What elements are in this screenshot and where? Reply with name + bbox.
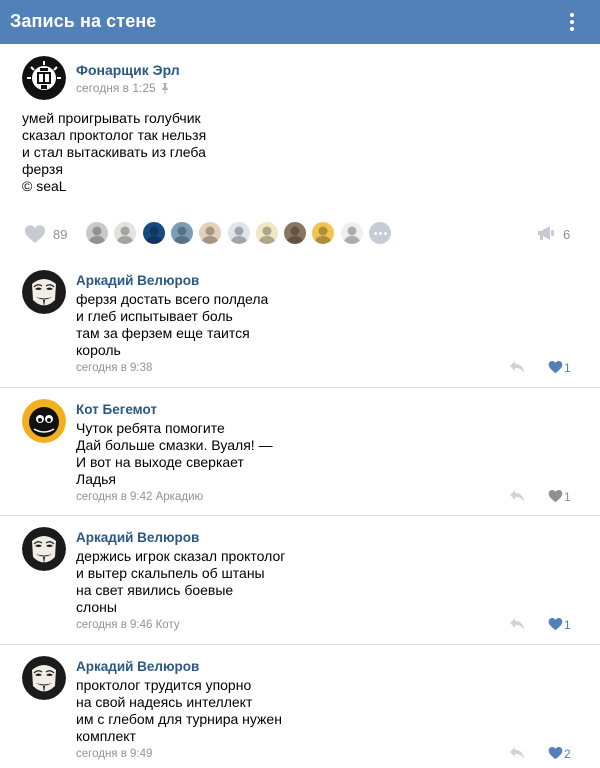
comment-like-count[interactable]: 1	[564, 618, 571, 632]
comment-text-line: держись игрок сказал проктолог	[76, 548, 286, 564]
post-author-name[interactable]: Фонарщик Эрл	[76, 62, 180, 78]
comment-author-avatar[interactable]	[22, 270, 66, 314]
comment-text-line: и вытер скальпель об штаны	[76, 565, 265, 581]
comment-like-heart-icon[interactable]	[548, 360, 563, 374]
post-text-line: ферзя	[22, 161, 63, 177]
liker-avatar[interactable]	[112, 220, 139, 246]
app-header: Запись на стене	[0, 0, 600, 44]
comment-author-name[interactable]: Аркадий Велюров	[76, 530, 199, 545]
comment-text-line: Дай больше смазки. Вуаля! —	[76, 436, 273, 453]
comment-time: сегодня в 9:38	[76, 362, 153, 374]
post-text-line: сказал проктолог так нельзя	[22, 127, 207, 143]
shares-count[interactable]: 6	[563, 227, 570, 242]
reply-arrow-icon[interactable]	[509, 360, 525, 374]
pin-icon	[160, 83, 170, 97]
comment-text-line: комплект	[76, 727, 136, 744]
comment-meta: сегодня в 9:38	[76, 362, 152, 374]
more-likers-button[interactable]	[367, 220, 393, 246]
comment-text-line: им с глебом для турнира нужен	[76, 710, 282, 727]
liker-avatar[interactable]	[168, 220, 195, 246]
post-timestamp: сегодня в 1:25	[76, 81, 170, 97]
comment-text-line: и глеб испытывает боль	[76, 308, 233, 324]
comment-text: держись игрок сказал проктолог и вытер ск…	[76, 548, 285, 616]
post-text: умей проигрывать голубчик сказал проктол…	[22, 110, 206, 195]
comment-item: Кот Бегемот Чуток ребята помогите Дай боль…	[0, 387, 600, 515]
comment-like-heart-icon[interactable]	[548, 617, 563, 631]
liker-avatar[interactable]	[197, 220, 224, 246]
reply-arrow-icon[interactable]	[509, 746, 525, 760]
liker-avatar[interactable]	[338, 220, 365, 246]
comment-text-line: на свой надеясь интеллект	[76, 693, 253, 710]
comment-reply-to[interactable]: Коту	[156, 619, 180, 631]
comment-text: Чуток ребята помогите Дай больше смазки. …	[76, 420, 273, 488]
comment-text-line: Ладья	[76, 470, 117, 487]
comment-item: Аркадий Велюров проктолог трудится упорно…	[0, 644, 600, 768]
comment-time: сегодня в 9:42	[76, 490, 153, 503]
post-text-line: © seaL	[22, 178, 67, 194]
liker-avatar[interactable]	[140, 220, 167, 246]
post-actions-bar: 89 6	[22, 218, 582, 250]
liker-avatar[interactable]	[282, 220, 309, 246]
comment-text: проктолог трудится упорно на свой надеясь…	[76, 677, 282, 745]
comment-text-line: ферзя достать всего полдела	[76, 291, 269, 307]
comment-author-name[interactable]: Аркадий Велюров	[76, 273, 199, 288]
reply-arrow-icon[interactable]	[509, 489, 525, 503]
comment-item: Аркадий Велюров держись игрок сказал прок…	[0, 515, 600, 643]
reply-arrow-icon[interactable]	[509, 617, 525, 631]
comment-like-count[interactable]: 2	[564, 747, 571, 761]
comment-author-avatar[interactable]	[22, 398, 66, 443]
comment-text-line: проктолог трудится упорно	[76, 676, 252, 693]
comment-meta: сегодня в 9:46 Коту	[76, 619, 180, 631]
likes-count[interactable]: 89	[53, 227, 67, 242]
comment-like-heart-icon[interactable]	[548, 746, 563, 760]
comment-like-count[interactable]: 1	[564, 490, 571, 504]
post-author-avatar[interactable]	[22, 56, 66, 100]
post-time-text: сегодня в 1:25	[76, 81, 156, 95]
comment-text-line: король	[76, 342, 121, 358]
liker-avatar[interactable]	[310, 220, 337, 246]
page-title: Запись на стене	[10, 11, 157, 31]
liker-avatar[interactable]	[253, 220, 280, 246]
comment-meta: сегодня в 9:42 Аркадию	[76, 491, 203, 503]
comment-time: сегодня в 9:46	[76, 619, 153, 631]
post-text-line: и стал вытаскивать из глеба	[22, 144, 206, 160]
comment-text: ферзя достать всего полдела и глеб испыты…	[76, 291, 268, 359]
liker-avatar[interactable]	[225, 220, 252, 246]
comment-author-avatar[interactable]	[22, 527, 66, 571]
more-options-icon[interactable]	[560, 10, 584, 34]
comment-text-line: И вот на выходе сверкает	[76, 453, 244, 470]
share-megaphone-icon[interactable]	[537, 225, 555, 241]
comment-like-count[interactable]: 1	[564, 361, 571, 375]
post-text-line: умей проигрывать голубчик	[22, 110, 201, 126]
like-heart-icon[interactable]	[24, 224, 46, 244]
comment-author-avatar[interactable]	[22, 655, 66, 700]
liker-avatar[interactable]	[84, 220, 110, 246]
comment-meta: сегодня в 9:49	[76, 748, 152, 760]
comment-item: Аркадий Велюров ферзя достать всего полде…	[0, 258, 600, 386]
comment-text-line: слоны	[76, 599, 117, 615]
comment-like-heart-icon[interactable]	[548, 489, 563, 503]
comment-text-line: на свет явились боевые	[76, 582, 234, 598]
wall-post: Фонарщик Эрл сегодня в 1:25 умей проигры…	[0, 44, 600, 258]
comment-reply-to[interactable]: Аркадию	[156, 491, 204, 503]
comment-time: сегодня в 9:49	[76, 747, 153, 760]
comment-text-line: там за ферзем еще таится	[76, 325, 250, 341]
comment-author-name[interactable]: Аркадий Велюров	[76, 659, 199, 674]
comment-text-line: Чуток ребята помогите	[76, 419, 225, 436]
comment-author-name[interactable]: Кот Бегемот	[76, 402, 157, 417]
